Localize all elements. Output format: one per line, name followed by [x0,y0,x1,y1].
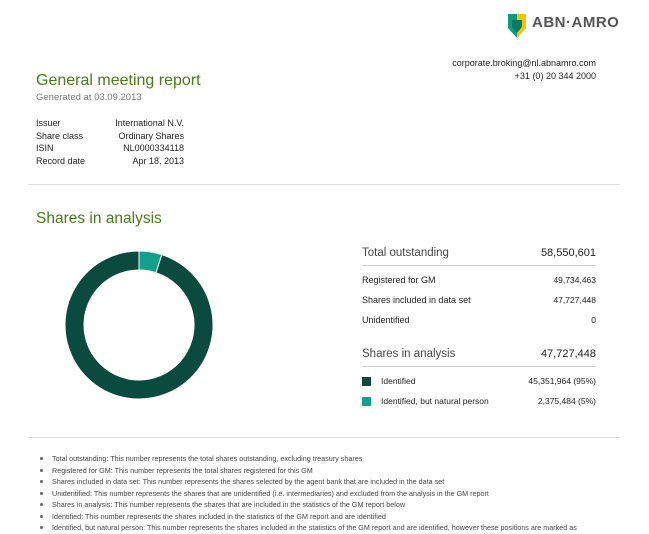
stat-unidentified: Unidentified 0 [362,310,596,330]
divider [28,437,620,438]
stat-value: 0 [591,315,596,325]
definitions-list: Total outstanding: This number represent… [38,453,628,534]
shares-stats: Total outstanding 58,550,601 Registered … [362,241,596,411]
shares-donut-chart [64,250,214,400]
definition-item: Registered for GM: This number represent… [38,465,628,477]
stat-label: Total outstanding [362,247,449,259]
divider [28,184,620,185]
definition-item: Identified: This number represents the s… [38,511,628,523]
definition-item: Unidentified: This number represents the… [38,488,628,500]
info-row-share-class: Share class Ordinary Shares [36,130,184,143]
info-value: Apr 18, 2013 [132,155,184,166]
info-row-isin: ISIN NL0000334118 [36,142,184,155]
info-label: ISIN [36,143,54,153]
stat-label: Unidentified [362,315,410,325]
info-label: Share class [36,130,84,141]
legend-natural-person: Identified, but natural person 2,375,484… [362,391,596,411]
issuer-info-table: Issuer International N.V. Share class Or… [36,117,184,167]
definition-item: Shares included in data set: This number… [38,476,628,488]
shield-logo-icon [508,14,526,38]
info-value: NL0000334118 [123,143,184,153]
definition-item: Total outstanding: This number represent… [38,453,628,465]
info-label: Issuer [36,118,61,128]
contact-block: corporate.broking@nl.abnamro.com +31 (0)… [452,57,596,83]
section-title-shares-in-analysis: Shares in analysis [36,210,162,227]
donut-slice-identified [64,250,214,400]
definition-item: Identified, but natural person: This num… [38,522,628,534]
stat-value: 47,727,448 [553,295,596,305]
info-row-record-date: Record date Apr 18, 2013 [36,155,184,168]
stat-value: 58,550,601 [540,247,596,259]
stat-value: 49,734,463 [553,275,596,285]
brand-name: ABN·AMRO [532,14,620,31]
legend-swatch [362,396,371,406]
legend-value: 2,375,484 (5%) [537,396,596,406]
legend-label: Identified, but natural person [381,396,489,406]
contact-phone: +31 (0) 20 344 2000 [514,71,596,81]
report-title: General meeting report [36,72,201,89]
abn-amro-logo: ABN·AMRO [508,14,619,40]
info-value: International N.V. [115,118,184,128]
stat-registered: Registered for GM 49,734,463 [362,270,596,290]
info-value: Ordinary Shares [118,130,184,141]
info-label: Record date [36,155,86,166]
stat-in-analysis: Shares in analysis 47,727,448 [362,342,596,367]
stat-value: 47,727,448 [540,348,596,360]
stat-included: Shares included in data set 47,727,448 [362,290,596,310]
legend-label: Identified [381,376,416,386]
stat-total-outstanding: Total outstanding 58,550,601 [362,241,596,266]
stat-label: Registered for GM [362,275,436,285]
info-row-issuer: Issuer International N.V. [36,117,184,130]
stat-label: Shares in analysis [362,348,456,360]
definition-item: Shares in analysis: This number represen… [38,499,628,511]
generated-date: Generated at 03.09.2013 [36,92,142,103]
contact-email[interactable]: corporate.broking@nl.abnamro.com [452,57,596,70]
stat-label: Shares included in data set [362,295,471,305]
legend-swatch [362,376,371,386]
legend-value: 45,351,964 (95%) [528,376,596,386]
legend-identified: Identified 45,351,964 (95%) [362,371,596,391]
